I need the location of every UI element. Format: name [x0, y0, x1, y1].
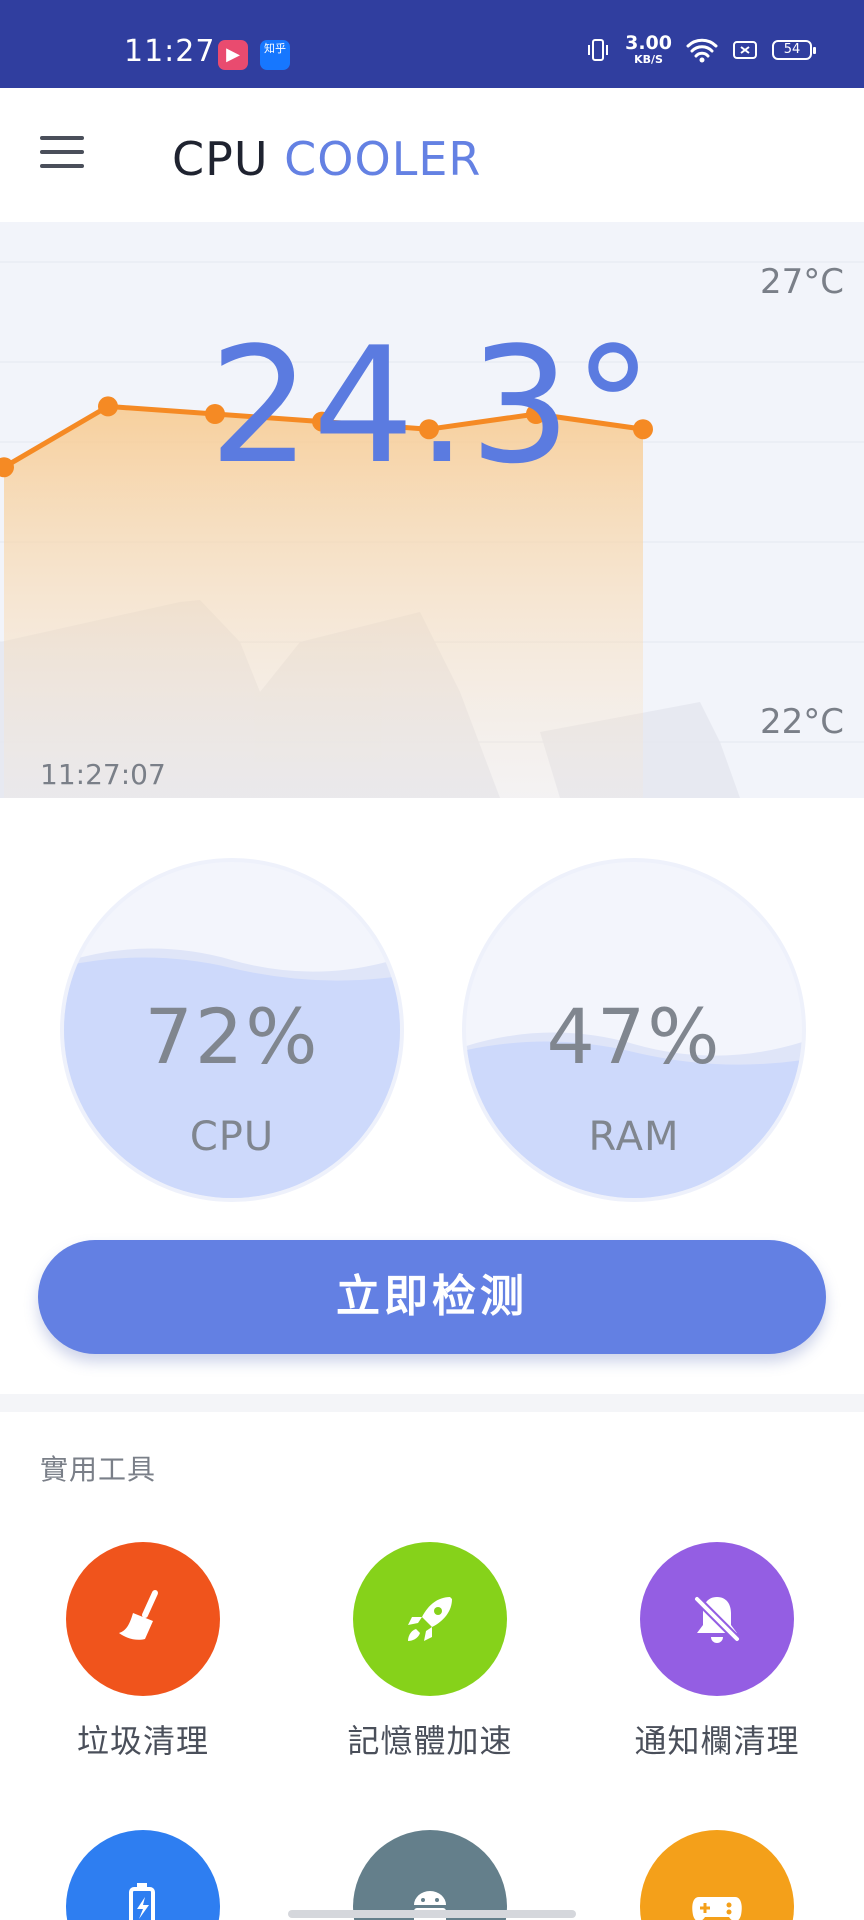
battery-icon: 54 [772, 39, 816, 60]
tool-notification-clean-label: 通知欄清理 [634, 1722, 800, 1760]
detect-now-button[interactable]: 立即检测 [38, 1240, 826, 1354]
ram-gauge[interactable]: 47% RAM [462, 858, 806, 1202]
menu-button[interactable] [40, 136, 94, 176]
app-title-cpu: CPU [172, 132, 269, 186]
cpu-percent: 72% [144, 992, 320, 1081]
tool-memory-boost-label: 記憶體加速 [347, 1722, 513, 1760]
tool-notification-clean[interactable]: 通知欄清理 [597, 1542, 837, 1762]
tool-junk-clean-label: 垃圾清理 [76, 1722, 209, 1760]
tool-android-circle [353, 1830, 507, 1920]
home-indicator[interactable] [288, 1910, 576, 1918]
ram-label: RAM [588, 1114, 680, 1160]
status-indicators: 3.00 KB/S 54 [585, 32, 816, 66]
zhihu-app-icon: 知乎 [260, 40, 290, 70]
tool-notification-clean-circle [640, 1542, 794, 1696]
cpu-label: CPU [189, 1114, 275, 1160]
status-time: 11:27 [124, 34, 216, 69]
tool-game[interactable] [597, 1830, 837, 1920]
tool-memory-boost[interactable]: 記憶體加速 [310, 1542, 550, 1762]
tool-battery-circle [66, 1830, 220, 1920]
temperature-timestamp: 11:27:07 [40, 758, 166, 791]
sim-icon [732, 39, 758, 61]
tool-memory-boost-circle [353, 1542, 507, 1696]
status-bar: 11:27 ▶ 知乎 3.00 KB/S 54 [0, 0, 864, 88]
ram-percent: 47% [546, 992, 722, 1081]
tool-junk-clean[interactable]: 垃圾清理 [23, 1542, 263, 1762]
zhihu-app-label: 知乎 [264, 42, 286, 55]
cpu-gauge[interactable]: 72% CPU [60, 858, 404, 1202]
temperature-chart-svg [0, 261, 864, 798]
temperature-min-label: 22°C [759, 702, 844, 742]
net-speed-unit: KB/S [634, 53, 663, 66]
app-title-cooler: COOLER [284, 132, 482, 186]
tools-section-title: 實用工具 [40, 1453, 157, 1486]
broom-icon [119, 1590, 158, 1640]
vibrate-icon [585, 37, 611, 63]
tool-android[interactable] [310, 1830, 550, 1920]
rocket-icon [408, 1597, 452, 1641]
current-temperature: 24.3° [208, 312, 656, 499]
section-divider [0, 1394, 864, 1412]
battery-charge-icon [129, 1883, 155, 1920]
app-bar: CPU COOLER [0, 88, 864, 222]
wifi-icon [686, 37, 718, 63]
hamburger-icon [40, 136, 84, 140]
network-speed: 3.00 KB/S [625, 32, 672, 66]
temperature-chart: 24.3° 27°C 22°C 11:27:07 [0, 222, 864, 798]
video-app-icon: ▶ [218, 40, 248, 70]
gamepad-icon [692, 1897, 742, 1920]
tool-game-circle [640, 1830, 794, 1920]
net-speed-value: 3.00 [625, 32, 672, 54]
temperature-max-label: 27°C [759, 262, 844, 302]
tool-junk-clean-circle [66, 1542, 220, 1696]
tool-battery[interactable] [23, 1830, 263, 1920]
app-title: CPU COOLER [172, 132, 481, 186]
bell-off-icon [693, 1595, 741, 1643]
